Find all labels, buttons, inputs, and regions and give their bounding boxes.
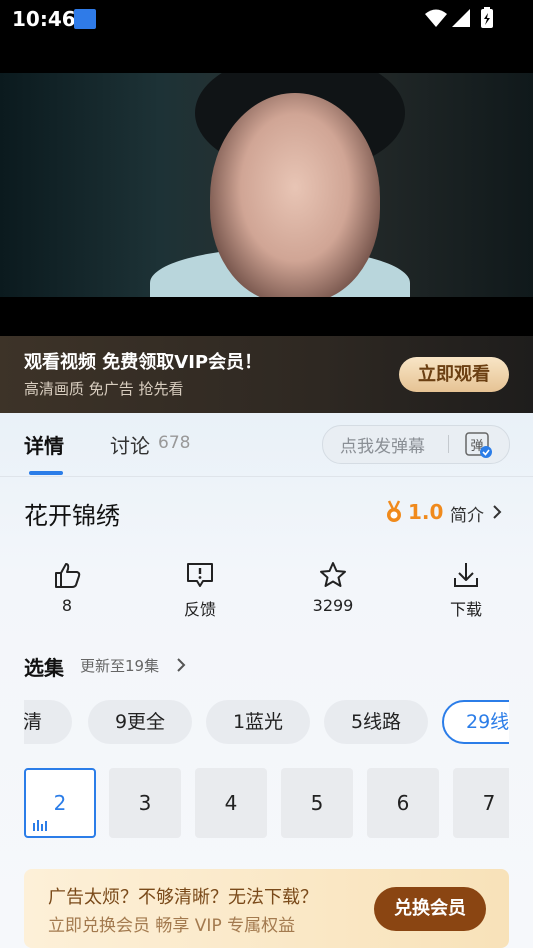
star-icon	[320, 562, 346, 587]
episode-tile[interactable]: 6	[367, 768, 439, 838]
chevron-right-icon	[493, 505, 502, 519]
like-count: 8	[61, 596, 73, 615]
discuss-count: 678	[158, 433, 191, 453]
video-figure-face	[210, 93, 380, 297]
thumbs-up-icon	[55, 563, 81, 588]
battery-icon	[481, 7, 493, 28]
update-status[interactable]: 更新至19集	[80, 655, 159, 676]
source-pill[interactable]: 1蓝光	[206, 700, 310, 744]
download-label: 下载	[449, 600, 482, 619]
danmu-separator	[448, 435, 449, 453]
episodes-label: 选集	[24, 656, 64, 680]
episode-list: 2 3 4 5 6 7	[24, 768, 509, 840]
rating-score: 1.0	[408, 500, 444, 524]
medal-icon	[387, 500, 401, 522]
source-list: 超清 9更全 1蓝光 5线路 29线	[24, 700, 509, 744]
source-pill[interactable]: 9更全	[88, 700, 192, 744]
feedback-button[interactable]	[155, 560, 245, 594]
tab-details[interactable]: 详情	[24, 430, 64, 459]
danmu-toggle-icon[interactable]: 弹	[464, 430, 492, 458]
episode-tile[interactable]: 5	[281, 768, 353, 838]
episode-tile[interactable]: 3	[109, 768, 181, 838]
source-pill[interactable]: 超清	[24, 700, 72, 744]
tab-active-indicator	[29, 471, 63, 475]
status-bar: 10:46	[0, 0, 533, 40]
source-pill[interactable]: 5线路	[324, 700, 428, 744]
chevron-right-icon	[177, 658, 186, 672]
danmu-placeholder: 点我发弹幕	[340, 437, 425, 457]
favorite-button[interactable]	[288, 560, 378, 594]
vip-banner-title: 广告太烦？不够清晰？无法下载？	[48, 887, 318, 908]
watch-now-button[interactable]: 立即观看	[399, 357, 509, 392]
wifi-icon	[425, 9, 447, 27]
signal-icon	[452, 9, 470, 27]
episode-tile-selected[interactable]: 2	[24, 768, 96, 838]
episode-tile[interactable]: 7	[453, 768, 509, 838]
download-button[interactable]	[421, 560, 511, 594]
notification-icon	[74, 9, 96, 29]
like-button[interactable]	[22, 560, 112, 594]
tab-divider	[0, 476, 533, 477]
show-title: 花开锦绣	[24, 502, 120, 530]
episode-number: 2	[53, 791, 67, 815]
feedback-label: 反馈	[183, 600, 216, 619]
feedback-icon	[187, 563, 213, 587]
source-pill-selected[interactable]: 29线	[442, 700, 509, 744]
video-frame[interactable]	[0, 73, 533, 297]
favorite-count: 3299	[312, 596, 354, 615]
vip-banner-subtitle: 立即兑换会员 畅享 VIP 专属权益	[48, 916, 296, 936]
download-icon	[454, 563, 478, 587]
redeem-membership-button[interactable]: 兑换会员	[374, 887, 486, 931]
episode-tile[interactable]: 4	[195, 768, 267, 838]
intro-link[interactable]: 简介	[450, 501, 484, 526]
details-panel	[0, 413, 533, 948]
tab-discuss[interactable]: 讨论	[110, 430, 150, 459]
playing-icon	[33, 820, 47, 831]
status-time: 10:46	[12, 7, 76, 31]
promo-title: 观看视频 免费领取VIP会员！	[24, 352, 263, 373]
promo-subtitle: 高清画质 免广告 抢先看	[24, 380, 184, 398]
